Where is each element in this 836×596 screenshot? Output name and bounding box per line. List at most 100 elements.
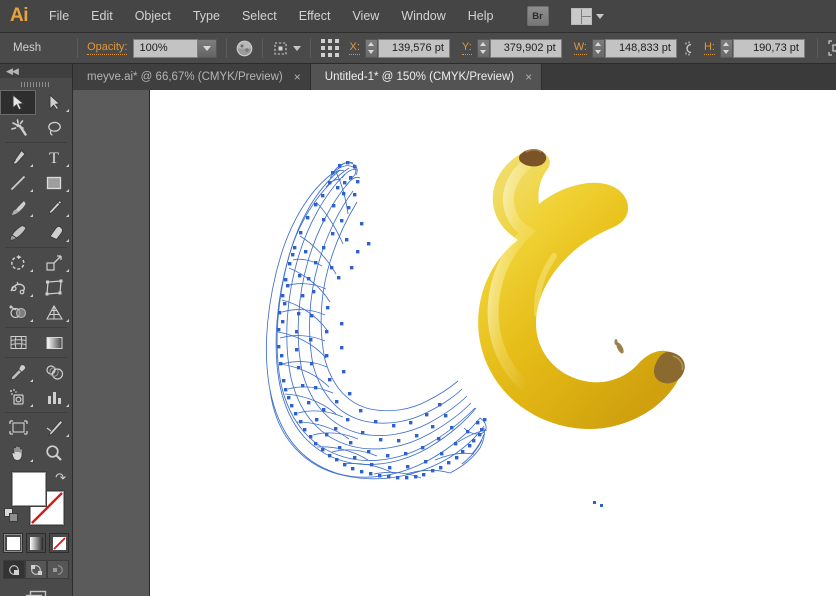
align-icon[interactable] bbox=[272, 37, 291, 59]
menu-window[interactable]: Window bbox=[390, 0, 456, 33]
flyout-indicator[interactable] bbox=[66, 109, 69, 112]
zoom-tool[interactable] bbox=[36, 440, 72, 465]
free-transform-tool[interactable] bbox=[36, 275, 72, 300]
change-screen-mode-button[interactable] bbox=[23, 588, 50, 596]
blend-tool[interactable] bbox=[36, 360, 72, 385]
menu-effect[interactable]: Effect bbox=[288, 0, 342, 33]
flyout-indicator[interactable] bbox=[66, 239, 69, 242]
constrain-proportions-icon[interactable] bbox=[683, 37, 699, 59]
document-canvas[interactable]: VektorelCizim.net © 2013 bbox=[150, 90, 836, 596]
width-input[interactable]: 148,833 pt bbox=[604, 38, 677, 58]
color-mode-buttons[interactable] bbox=[0, 533, 72, 553]
menu-type[interactable]: Type bbox=[182, 0, 231, 33]
magic-wand-tool[interactable] bbox=[0, 115, 36, 140]
flyout-indicator[interactable] bbox=[66, 404, 69, 407]
height-input[interactable]: 190,73 pt bbox=[732, 38, 805, 58]
screen-mode-row[interactable] bbox=[0, 588, 72, 596]
collapse-panel-icon[interactable]: ◀◀ bbox=[6, 66, 19, 77]
opacity-input[interactable]: 100% bbox=[133, 38, 199, 58]
none-mode-button[interactable] bbox=[49, 533, 69, 553]
x-input[interactable]: 139,576 pt bbox=[377, 38, 450, 58]
artboard-tool[interactable] bbox=[0, 415, 36, 440]
transform-each-icon[interactable] bbox=[827, 37, 836, 59]
close-icon[interactable]: × bbox=[525, 71, 532, 83]
gradient-mode-button[interactable] bbox=[26, 533, 46, 553]
y-input[interactable]: 379,902 pt bbox=[489, 38, 562, 58]
flyout-indicator[interactable] bbox=[66, 214, 69, 217]
w-stepper[interactable] bbox=[591, 38, 605, 58]
menu-view[interactable]: View bbox=[341, 0, 390, 33]
swap-fill-stroke-icon[interactable]: ↷ bbox=[55, 470, 66, 486]
eyedropper-tool[interactable] bbox=[0, 360, 36, 385]
line-segment-tool[interactable] bbox=[0, 170, 36, 195]
draw-mode-buttons[interactable] bbox=[0, 560, 72, 579]
h-field-group[interactable]: 190,73 pt bbox=[719, 38, 805, 58]
rectangle-tool[interactable] bbox=[36, 170, 72, 195]
draw-normal-button[interactable] bbox=[3, 560, 25, 579]
direct-selection-tool[interactable] bbox=[36, 90, 72, 115]
bridge-button[interactable]: Br bbox=[526, 6, 549, 26]
perspective-grid-tool[interactable] bbox=[36, 300, 72, 325]
menu-object[interactable]: Object bbox=[124, 0, 182, 33]
flyout-indicator[interactable] bbox=[66, 189, 69, 192]
default-fill-stroke-icon[interactable] bbox=[4, 508, 19, 528]
flyout-indicator[interactable] bbox=[66, 164, 69, 167]
fill-stroke-controls[interactable]: ↷ bbox=[0, 469, 72, 531]
scale-tool[interactable] bbox=[36, 250, 72, 275]
pencil-tool[interactable] bbox=[36, 195, 72, 220]
menu-help[interactable]: Help bbox=[457, 0, 505, 33]
symbol-sprayer-tool[interactable] bbox=[0, 385, 36, 410]
mesh-tool[interactable] bbox=[0, 330, 36, 355]
tools-panel-header[interactable]: ◀◀ bbox=[0, 64, 72, 78]
paintbrush-tool[interactable] bbox=[0, 195, 36, 220]
draw-inside-button[interactable] bbox=[47, 560, 69, 579]
appearance-sphere-icon[interactable] bbox=[236, 37, 253, 59]
color-mode-button[interactable] bbox=[3, 533, 23, 553]
gradient-tool[interactable] bbox=[36, 330, 72, 355]
shape-builder-tool[interactable] bbox=[0, 300, 36, 325]
tab-untitled-1[interactable]: Untitled-1* @ 150% (CMYK/Preview) × bbox=[310, 64, 543, 90]
flyout-indicator[interactable] bbox=[66, 319, 69, 322]
eraser-tool[interactable] bbox=[36, 220, 72, 245]
flyout-indicator[interactable] bbox=[30, 164, 33, 167]
lasso-tool[interactable] bbox=[36, 115, 72, 140]
h-stepper[interactable] bbox=[719, 38, 733, 58]
opacity-combo[interactable]: 100% bbox=[133, 38, 218, 58]
tools-panel-grip[interactable] bbox=[0, 78, 72, 90]
type-tool[interactable]: T bbox=[36, 145, 72, 170]
draw-behind-button[interactable] bbox=[25, 560, 47, 579]
hand-tool[interactable] bbox=[0, 440, 36, 465]
flyout-indicator[interactable] bbox=[30, 294, 33, 297]
flyout-indicator[interactable] bbox=[30, 404, 33, 407]
fill-swatch[interactable] bbox=[12, 472, 46, 506]
rotate-tool[interactable] bbox=[0, 250, 36, 275]
menu-file[interactable]: File bbox=[38, 0, 80, 33]
blob-brush-tool[interactable] bbox=[0, 220, 36, 245]
width-tool[interactable] bbox=[0, 275, 36, 300]
flyout-indicator[interactable] bbox=[30, 319, 33, 322]
opacity-label[interactable]: Opacity: bbox=[87, 41, 128, 55]
y-field-group[interactable]: 379,902 pt bbox=[476, 38, 562, 58]
flyout-indicator[interactable] bbox=[66, 269, 69, 272]
y-stepper[interactable] bbox=[476, 38, 490, 58]
opacity-dropdown-button[interactable] bbox=[198, 38, 218, 58]
slice-tool[interactable] bbox=[36, 415, 72, 440]
column-graph-tool[interactable] bbox=[36, 385, 72, 410]
tab-meyve-ai[interactable]: meyve.ai* @ 66,67% (CMYK/Preview) × bbox=[73, 64, 311, 90]
x-stepper[interactable] bbox=[364, 38, 378, 58]
selection-tool[interactable] bbox=[0, 90, 36, 115]
reference-point-icon[interactable] bbox=[320, 37, 340, 59]
w-field-group[interactable]: 148,833 pt bbox=[591, 38, 677, 58]
align-dropdown-caret[interactable] bbox=[293, 45, 302, 51]
flyout-indicator[interactable] bbox=[66, 434, 69, 437]
flyout-indicator[interactable] bbox=[30, 214, 33, 217]
x-field-group[interactable]: 139,576 pt bbox=[364, 38, 450, 58]
menu-select[interactable]: Select bbox=[231, 0, 288, 33]
arrange-documents-button[interactable] bbox=[570, 7, 604, 25]
pen-tool[interactable] bbox=[0, 145, 36, 170]
close-icon[interactable]: × bbox=[294, 71, 301, 83]
flyout-indicator[interactable] bbox=[30, 269, 33, 272]
menu-edit[interactable]: Edit bbox=[80, 0, 124, 33]
flyout-indicator[interactable] bbox=[30, 189, 33, 192]
flyout-indicator[interactable] bbox=[30, 459, 33, 462]
